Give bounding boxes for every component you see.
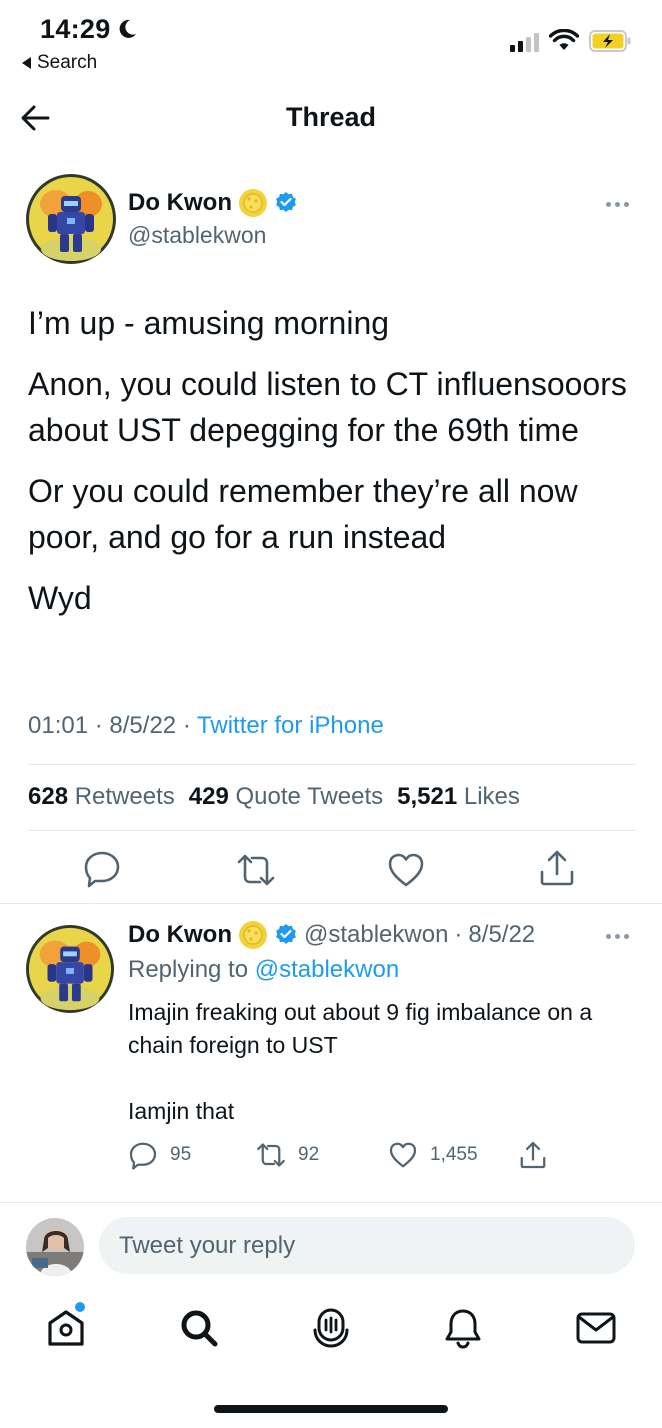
- status-time: 14:29: [40, 14, 111, 44]
- reply-icon: [129, 1142, 157, 1170]
- likes-label: Likes: [463, 783, 520, 810]
- reply-author-name[interactable]: Do Kwon: [128, 921, 232, 949]
- reply-retweet-button[interactable]: 92: [256, 1140, 319, 1170]
- retweets-stat[interactable]: 628 Retweets: [28, 783, 175, 811]
- retweets-count: 628: [28, 783, 69, 810]
- home-indicator[interactable]: [214, 1405, 448, 1413]
- back-app-label: Search: [37, 52, 98, 73]
- likes-stat[interactable]: 5,521 Likes: [397, 783, 520, 811]
- page-title: Thread: [285, 102, 377, 132]
- replying-prefix: Replying to: [128, 956, 249, 983]
- share-icon: [520, 1141, 546, 1169]
- reply-text: Imajin freaking out about 9 fig imbalanc…: [128, 996, 638, 1161]
- reply-author-avatar[interactable]: [26, 925, 114, 1013]
- coin-emoji-icon: [238, 921, 267, 949]
- reply-header: Do Kwon @stablekwon · 8/5/22: [128, 921, 536, 949]
- reply-like-button[interactable]: 1,455: [388, 1140, 478, 1170]
- moon-icon: [119, 19, 136, 38]
- notifications-bell-icon[interactable]: [441, 1306, 485, 1350]
- reply-paragraph: Imajin freaking out about 9 fig imbalanc…: [128, 999, 593, 1058]
- home-new-content-dot: [75, 1302, 85, 1312]
- reply-compose-input[interactable]: Tweet your reply: [99, 1217, 635, 1274]
- like-heart-icon: [389, 1142, 417, 1168]
- replying-to-handle-link[interactable]: @stablekwon: [255, 956, 399, 983]
- battery-charging-icon: [589, 30, 631, 52]
- reply-retweets-count: 92: [298, 1144, 320, 1165]
- spaces-icon[interactable]: [309, 1306, 353, 1350]
- divider: [28, 830, 636, 831]
- search-icon[interactable]: [177, 1306, 221, 1350]
- author-name[interactable]: Do Kwon: [128, 189, 232, 217]
- tweet-source-link[interactable]: Twitter for iPhone: [197, 712, 384, 739]
- reply-reply-button[interactable]: 95: [128, 1140, 191, 1170]
- reply-likes-count: 1,455: [430, 1144, 478, 1165]
- author-name-row: Do Kwon: [128, 188, 298, 218]
- quotes-count: 429: [188, 783, 229, 810]
- more-options-icon[interactable]: [606, 200, 634, 208]
- tweet-text: I’m up - amusing morning Anon, you could…: [28, 300, 628, 636]
- divider: [0, 903, 662, 904]
- verified-badge-icon: [276, 192, 296, 212]
- tweet-paragraph: I’m up - amusing morning: [28, 305, 390, 341]
- coin-emoji-icon: [238, 189, 267, 217]
- replying-to: Replying to @stablekwon: [128, 956, 399, 984]
- tweet-time: 01:01: [28, 712, 89, 739]
- share-icon[interactable]: [537, 848, 577, 888]
- author-handle[interactable]: @stablekwon: [128, 222, 266, 249]
- tweet-paragraph: Anon, you could listen to CT influensooo…: [28, 366, 627, 448]
- cellular-signal-icon: [510, 32, 539, 52]
- reply-icon[interactable]: [82, 848, 122, 888]
- back-triangle-icon: [22, 57, 31, 69]
- likes-count: 5,521: [397, 783, 458, 810]
- quotes-stat[interactable]: 429 Quote Tweets: [189, 783, 383, 811]
- tweet-date: 8/5/22: [109, 712, 177, 739]
- reply-date: 8/5/22: [468, 921, 536, 948]
- tweet-stats: 628 Retweets 429 Quote Tweets 5,521 Like…: [28, 783, 520, 811]
- wifi-icon: [549, 29, 579, 50]
- home-icon[interactable]: [44, 1306, 88, 1350]
- retweet-icon: [257, 1143, 285, 1167]
- tweet-meta: 01:01 · 8/5/22 · Twitter for iPhone: [28, 712, 384, 739]
- reply-paragraph: Iamjin that: [128, 1098, 235, 1124]
- back-to-app-button[interactable]: Search: [22, 52, 97, 74]
- messages-icon[interactable]: [574, 1306, 618, 1350]
- tweet-paragraph: Wyd: [28, 580, 92, 616]
- reply-more-options-icon[interactable]: [606, 932, 634, 940]
- reply-share-button[interactable]: [518, 1140, 548, 1170]
- author-avatar[interactable]: [26, 174, 116, 264]
- reply-actions: 95 92 1,455: [128, 1140, 558, 1170]
- retweets-label: Retweets: [74, 783, 175, 810]
- my-avatar[interactable]: [26, 1218, 84, 1276]
- reply-replies-count: 95: [170, 1144, 192, 1165]
- divider: [28, 764, 636, 765]
- verified-badge-icon: [276, 924, 296, 944]
- divider: [0, 1202, 662, 1203]
- like-heart-icon[interactable]: [386, 850, 426, 890]
- tweet-paragraph: Or you could remember they’re all now po…: [28, 473, 578, 555]
- retweet-icon[interactable]: [236, 850, 276, 890]
- quotes-label: Quote Tweets: [235, 783, 384, 810]
- reply-author-handle[interactable]: @stablekwon: [304, 921, 448, 949]
